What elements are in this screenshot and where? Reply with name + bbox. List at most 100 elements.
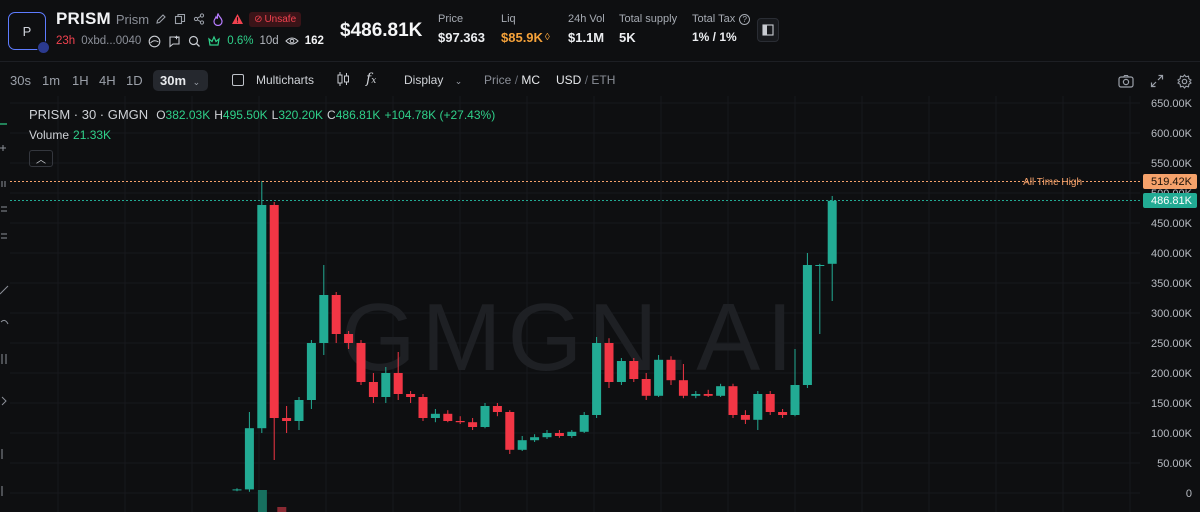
message-icon[interactable]: [167, 34, 181, 48]
candle-body: [517, 440, 527, 450]
y-tick-label: 100.00K: [1151, 428, 1193, 440]
multicharts-checkbox[interactable]: [232, 74, 244, 86]
stat-total-supply: Total supply 5K: [619, 13, 677, 45]
copy-icon[interactable]: [173, 12, 187, 26]
currency-toggle[interactable]: USD / ETH: [556, 73, 615, 87]
price-axis: 650.00K600.00K550.00K500.00K450.00K400.0…: [1151, 98, 1193, 500]
candle-body: [356, 343, 366, 382]
holder-crown-icon: [207, 34, 221, 48]
low-label: L: [271, 107, 279, 122]
timeframe-4h[interactable]: 4H: [99, 73, 116, 88]
edit-icon[interactable]: [154, 12, 168, 26]
timeframe-dropdown[interactable]: 30m ⌄: [153, 70, 209, 91]
token-symbol: PRISM: [56, 9, 111, 28]
candle-body: [778, 412, 788, 415]
candle-body: [505, 412, 515, 450]
stat-value: $85.9K: [501, 30, 543, 45]
candle-body: [554, 433, 564, 436]
eth-option[interactable]: ETH: [591, 73, 615, 87]
candle-body: [579, 415, 589, 432]
volume-label: Volume: [29, 128, 70, 142]
top10-holding-pct: 0.6%: [227, 35, 254, 47]
timeframe-30s[interactable]: 30s: [10, 73, 31, 88]
view-count: 162: [304, 35, 324, 47]
help-icon[interactable]: ?: [739, 13, 751, 25]
stat-value: 5K: [619, 30, 636, 45]
chevron-down-icon: ⌄: [192, 77, 201, 87]
mc-option[interactable]: MC: [521, 73, 540, 87]
candle-body: [716, 386, 726, 396]
candle-body: [641, 379, 651, 396]
token-meta-row: 23h 0xbd...0040 0.6% 10d 162: [56, 34, 324, 48]
candle-body: [827, 200, 837, 264]
settings-gear-icon[interactable]: [1175, 72, 1193, 90]
search-icon[interactable]: [187, 34, 201, 48]
active-timeframe: 30m: [160, 73, 187, 88]
indicators-fx-icon[interactable]: fx: [366, 71, 376, 87]
liquidity-drop-icon: ◊: [544, 32, 550, 43]
token-header: P PRISM Prism ⊘ Unsafe 23h 0xbd...0040 0…: [0, 0, 1200, 62]
volume-legend: Volume 21.33K: [29, 128, 111, 142]
globe-icon[interactable]: [147, 34, 161, 48]
candle-body: [492, 406, 502, 412]
chevron-up-icon: ︿: [36, 155, 46, 166]
gmgn-watermark: GMGN.AI: [341, 284, 799, 391]
candle-body: [455, 421, 465, 423]
change-value: +104.78K (+27.43%): [384, 107, 496, 122]
token-avatar[interactable]: P: [8, 12, 50, 54]
candle-body: [666, 359, 676, 381]
timeframe-1d[interactable]: 1D: [126, 73, 143, 88]
timeframe-1m[interactable]: 1m: [42, 73, 60, 88]
last-price-tag-label: 486.81K: [1151, 195, 1193, 207]
candle-body: [443, 413, 453, 421]
candle-body: [232, 489, 242, 491]
y-tick-label: 350.00K: [1151, 278, 1193, 290]
price-option[interactable]: Price: [484, 73, 511, 87]
toggle-panel-button[interactable]: [757, 18, 779, 42]
candle-type-icon[interactable]: [336, 71, 350, 90]
close-label: C: [327, 107, 336, 122]
high-value: 495.50K: [222, 107, 268, 122]
candle-body: [257, 205, 267, 429]
timeframe-1h[interactable]: 1H: [72, 73, 89, 88]
contract-address[interactable]: 0xbd...0040: [81, 35, 141, 47]
fullscreen-expand-icon[interactable]: [1148, 72, 1166, 90]
stat-liquidity: Liq $85.9K ◊: [501, 13, 550, 45]
unsafe-badge[interactable]: ⊘ Unsafe: [249, 11, 302, 27]
candle-body: [815, 265, 825, 266]
collapse-legend-button[interactable]: ︿: [29, 150, 53, 167]
sidebar-panel-icon: [762, 24, 774, 36]
eye-icon: [284, 34, 299, 48]
y-tick-label: 600.00K: [1151, 128, 1193, 140]
display-dropdown[interactable]: Display ⌄: [404, 73, 462, 87]
share-icon[interactable]: [192, 12, 206, 26]
candle-body: [753, 394, 763, 420]
y-tick-label: 550.00K: [1151, 158, 1193, 170]
candle-body: [381, 373, 391, 397]
candle-body: [368, 382, 378, 397]
multicharts-label[interactable]: Multicharts: [256, 73, 314, 87]
candle-body: [629, 361, 639, 379]
ath-price-tag-label: 519.42K: [1151, 176, 1193, 188]
unsafe-label: Unsafe: [264, 13, 297, 25]
stat-label: Total Tax: [692, 13, 736, 25]
market-cap: $486.81K: [340, 20, 423, 41]
candle-body: [604, 343, 614, 382]
usd-option[interactable]: USD: [556, 73, 581, 87]
y-tick-label: 650.00K: [1151, 98, 1193, 110]
chevron-down-icon: ⌄: [454, 76, 463, 86]
chain-badge-icon: [37, 41, 50, 54]
token-age: 23h: [56, 35, 76, 47]
screenshot-camera-icon[interactable]: [1117, 72, 1135, 90]
price-mc-toggle[interactable]: Price / MC: [484, 73, 540, 87]
volume-bar: [277, 507, 287, 512]
candlestick-chart[interactable]: GMGN.AI All Time High 650.00K 600.00K 550.…: [0, 96, 1200, 512]
candle-body: [802, 265, 812, 385]
candle-body: [691, 394, 701, 396]
legend-title: PRISM · 30 · GMGN: [29, 107, 149, 122]
token-title-row: PRISM Prism ⊘ Unsafe: [56, 9, 302, 29]
y-tick-label: 400.00K: [1151, 248, 1193, 260]
candle-body: [430, 413, 440, 418]
holder-days: 10d: [259, 35, 279, 47]
candle-body: [654, 359, 664, 396]
